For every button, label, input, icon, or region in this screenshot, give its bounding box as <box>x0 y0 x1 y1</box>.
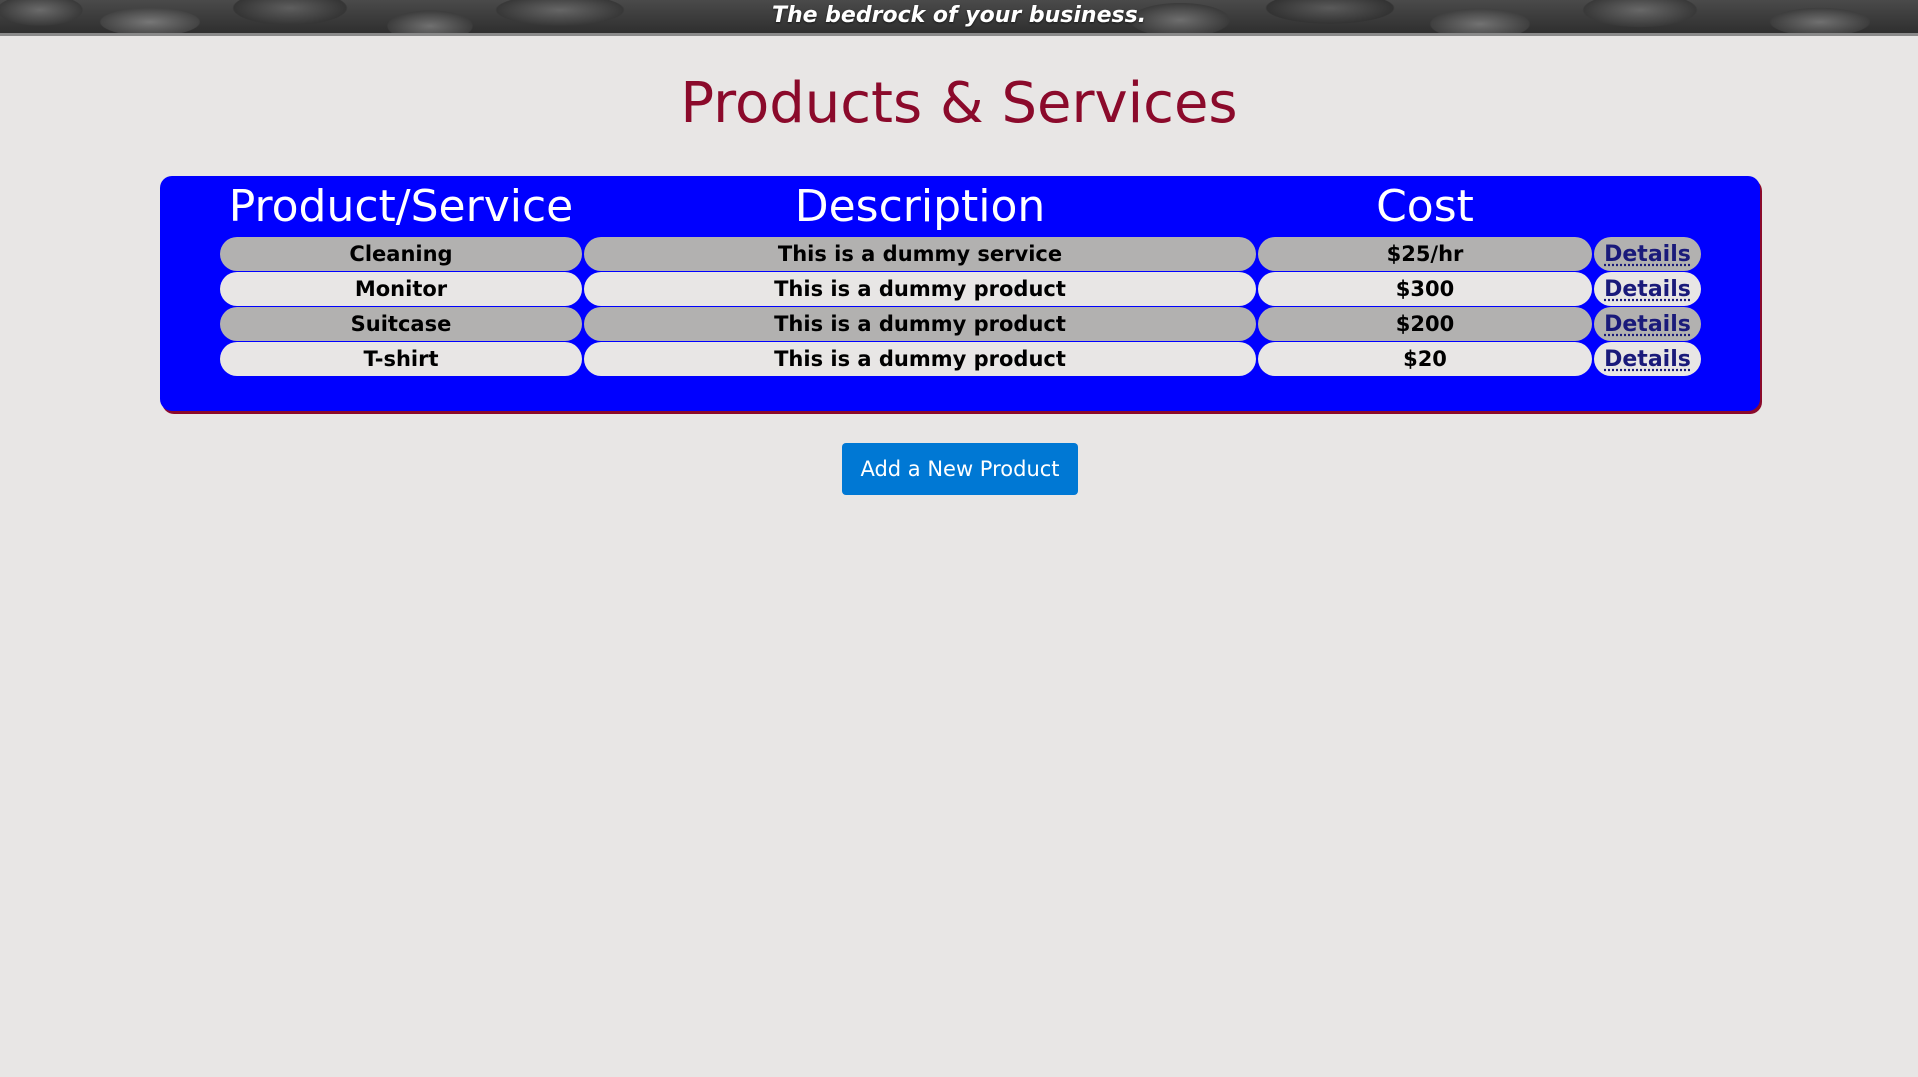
details-cell: Details <box>1594 342 1701 376</box>
details-cell: Details <box>1594 237 1701 271</box>
products-table: Product/Service Description Cost Cleanin… <box>160 176 1760 411</box>
description-cell: This is a dummy service <box>584 237 1256 271</box>
description-cell: This is a dummy product <box>584 342 1256 376</box>
cost-cell: $300 <box>1258 272 1592 306</box>
product-name-cell: Suitcase <box>220 307 582 341</box>
description-cell: This is a dummy product <box>584 272 1256 306</box>
tagline: The bedrock of your business. <box>771 3 1147 28</box>
details-link[interactable]: Details <box>1604 277 1691 302</box>
column-header-description: Description <box>794 181 1046 232</box>
details-cell: Details <box>1594 307 1701 341</box>
cost-cell: $20 <box>1258 342 1592 376</box>
cost-cell: $25/hr <box>1258 237 1592 271</box>
details-link[interactable]: Details <box>1604 312 1691 337</box>
description-cell: This is a dummy product <box>584 307 1256 341</box>
cost-cell: $200 <box>1258 307 1592 341</box>
details-link[interactable]: Details <box>1604 242 1691 267</box>
details-link[interactable]: Details <box>1604 347 1691 372</box>
add-new-product-button[interactable]: Add a New Product <box>842 443 1078 495</box>
product-name-cell: Monitor <box>220 272 582 306</box>
product-name-cell: Cleaning <box>220 237 582 271</box>
column-header-product: Product/Service <box>228 181 574 232</box>
product-name-cell: T-shirt <box>220 342 582 376</box>
page-title: Products & Services <box>680 71 1238 136</box>
column-header-cost: Cost <box>1376 181 1474 232</box>
details-cell: Details <box>1594 272 1701 306</box>
